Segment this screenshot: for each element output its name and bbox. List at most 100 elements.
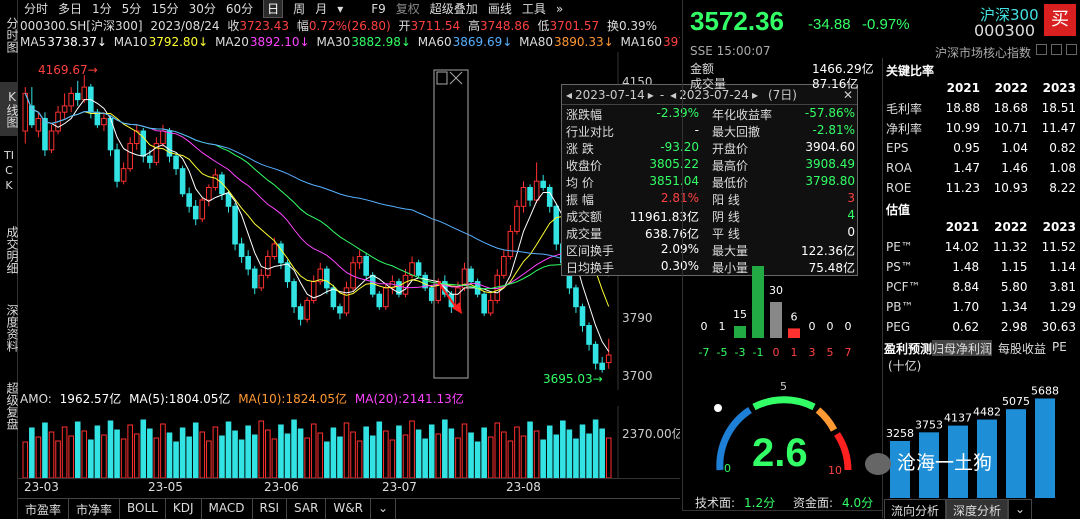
ma10-name: MA10: [113, 35, 148, 49]
period-day[interactable]: 日: [263, 0, 284, 18]
forecast-tab-title[interactable]: 盈利预测: [884, 340, 932, 356]
draw-line-button[interactable]: 画线: [488, 0, 512, 17]
candle-body: [68, 92, 74, 107]
tab-kline[interactable]: K线图: [0, 82, 19, 136]
ma160-name: MA160: [620, 35, 662, 49]
indicator-boll[interactable]: BOLL: [120, 499, 166, 519]
expand-chevron-icon[interactable]: »: [556, 2, 563, 16]
volume-bar: [94, 425, 101, 478]
grid-icon[interactable]: [1036, 44, 1047, 55]
tab-depth-analysis[interactable]: 深度分析: [946, 499, 1009, 519]
layout-icon[interactable]: [1051, 44, 1062, 55]
candle-body: [271, 243, 278, 258]
x-tick-label: 23-03: [24, 480, 59, 494]
x-axis: 23-03 23-05 23-06 23-07 23-08: [18, 478, 680, 496]
volume-bar: [81, 430, 88, 478]
forecast-tab-eps[interactable]: 每股收益: [998, 340, 1046, 356]
period-1min[interactable]: 1分: [92, 0, 112, 17]
candle-body: [586, 325, 592, 345]
candle-body: [22, 92, 29, 132]
start-date[interactable]: 2023-07-14: [575, 88, 645, 102]
candle-body: [527, 186, 533, 201]
prev-end-icon[interactable]: ◂: [670, 88, 676, 102]
volume-bar: [173, 441, 179, 478]
indicator-macd[interactable]: MACD: [202, 499, 253, 519]
candle-body: [101, 117, 107, 126]
candle-body: [337, 306, 343, 314]
date-separator: -: [659, 87, 665, 102]
forecast-tab-profit[interactable]: 归母净利润: [932, 340, 993, 356]
tab-trade-detail[interactable]: 成交明细: [0, 216, 19, 284]
period-multiday[interactable]: 多日: [58, 0, 82, 17]
high-label: 高: [468, 19, 481, 33]
volume-bar: [179, 427, 186, 478]
indicator-pb[interactable]: 市净率: [69, 499, 121, 519]
volume-label: AMO: [20, 392, 48, 406]
indicator-sar[interactable]: SAR: [287, 499, 327, 519]
indicator-kdj[interactable]: KDJ: [166, 499, 202, 519]
volume-bar: [560, 420, 566, 478]
candle-body: [127, 143, 133, 170]
wechat-icon: [865, 452, 891, 475]
volume-bar: [481, 427, 487, 478]
adjust-button[interactable]: 复权: [396, 0, 420, 17]
period-month[interactable]: 月: [315, 0, 327, 17]
forecast-value: 4137: [944, 412, 972, 425]
tab-timeshare[interactable]: 分时图: [0, 2, 19, 68]
volume-ma20: 2141.13亿: [402, 392, 464, 406]
prev-start-icon[interactable]: ◂: [566, 88, 572, 102]
indicator-rsi[interactable]: RSI: [253, 499, 288, 519]
dist-label: -3: [735, 346, 746, 359]
volume-chart[interactable]: 2370.00亿: [18, 406, 680, 478]
settings-icon[interactable]: [1066, 44, 1077, 55]
volume-bar: [238, 439, 245, 478]
dist-value: 1: [719, 320, 726, 333]
period-30min[interactable]: 30分: [189, 0, 216, 17]
period-5min[interactable]: 5分: [122, 0, 142, 17]
period-15min[interactable]: 15分: [151, 0, 178, 17]
indicator-dropdown[interactable]: ⌄: [371, 499, 397, 519]
ma10-value: 3792.80↓: [148, 35, 209, 49]
volume-bar: [605, 437, 612, 478]
f9-button[interactable]: F9: [371, 2, 386, 16]
buy-button[interactable]: 买: [1044, 4, 1076, 36]
candle-body: [592, 343, 599, 364]
indicator-pe[interactable]: 市盈率: [18, 499, 70, 519]
candle-body: [553, 205, 560, 245]
volume-bar: [330, 427, 337, 478]
dist-value: 6: [791, 310, 798, 323]
candle-body: [35, 117, 42, 132]
close-label: 收: [227, 19, 240, 33]
indicator-wr[interactable]: W&R: [326, 499, 371, 519]
candle-body: [238, 243, 245, 258]
forecast-value: 4482: [973, 406, 1001, 419]
collapse-icon[interactable]: ⌄: [1008, 499, 1033, 519]
tab-tick[interactable]: TICK: [0, 148, 18, 208]
tab-replay[interactable]: 超级复盘: [0, 372, 19, 440]
volume-bar: [376, 421, 383, 478]
forecast-tab-pe[interactable]: PE: [1052, 340, 1067, 356]
tools-button[interactable]: 工具: [522, 0, 546, 17]
candle-body: [579, 306, 586, 327]
tab-depth[interactable]: 深度资料: [0, 294, 19, 362]
overlay-button[interactable]: 超级叠加: [430, 0, 478, 17]
volume-bar: [337, 436, 343, 478]
volume-bar: [422, 438, 428, 478]
period-more-dropdown[interactable]: ▾: [337, 2, 343, 16]
volume-bar: [114, 429, 120, 478]
period-week[interactable]: 周: [293, 0, 305, 17]
ma80-value: 3890.33↓: [554, 35, 614, 49]
tab-flow-analysis[interactable]: 流向分析: [884, 499, 947, 519]
volume-bar: [350, 431, 356, 478]
next-start-icon[interactable]: ▸: [648, 88, 654, 102]
gauge-max: 10: [828, 464, 842, 477]
amp-label: 幅: [296, 19, 309, 33]
period-60min[interactable]: 60分: [226, 0, 253, 17]
period-timeshare[interactable]: 分时: [24, 0, 48, 17]
volume-bar: [304, 437, 310, 478]
watermark: 沧海一土狗: [865, 448, 992, 475]
dist-bar: [770, 302, 782, 338]
volume-bar: [356, 440, 363, 478]
volume-bars: [22, 419, 612, 478]
forecast-tabs: 盈利预测 归母净利润 每股收益 PE: [884, 340, 1078, 356]
